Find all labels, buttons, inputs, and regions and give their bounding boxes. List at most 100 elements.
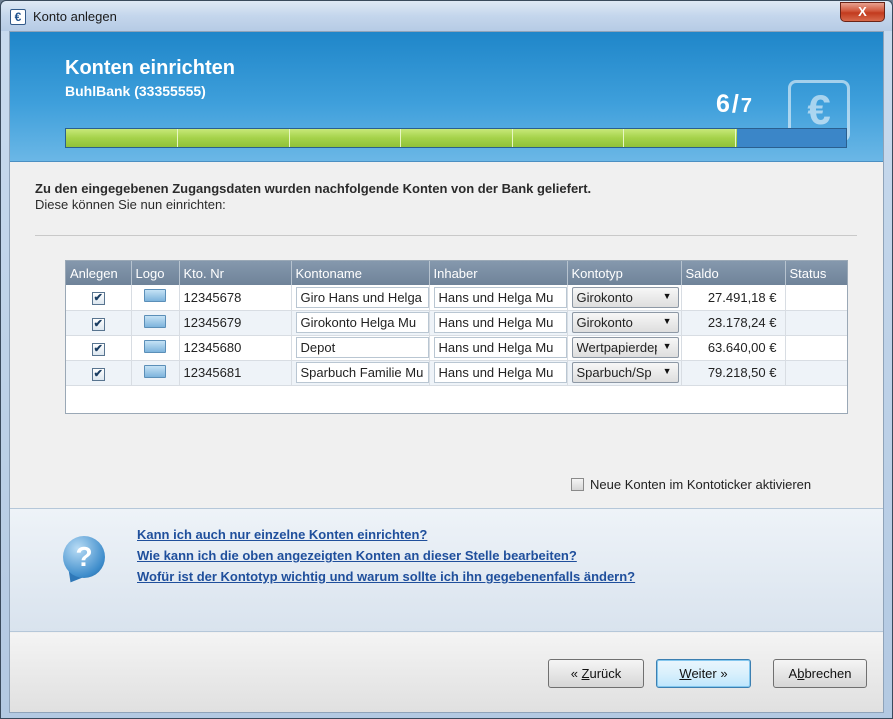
saldo-cell: 23.178,24 € xyxy=(681,310,786,336)
kontotyp-select[interactable]: Girokonto ▼ xyxy=(571,286,679,308)
dropdown-arrow-icon: ▼ xyxy=(662,290,672,301)
back-label: urück xyxy=(589,666,622,681)
status-cell xyxy=(785,310,847,336)
next-arrow-icon: » xyxy=(716,666,728,681)
euro-app-icon: € xyxy=(10,9,26,25)
dialog-window: € Konto anlegen X Konten einrichten Buhl… xyxy=(0,0,893,719)
anlegen-checkbox[interactable]: ✔ xyxy=(91,292,105,306)
back-mnemonic: Z xyxy=(581,666,590,681)
inhaber-input[interactable]: Hans und Helga Mu xyxy=(433,362,566,383)
help-question-icon: ? xyxy=(63,536,105,578)
saldo-cell: 79.218,50 € xyxy=(681,360,786,386)
kontoname-cell: Depot xyxy=(291,335,430,361)
step-slash: / xyxy=(731,90,739,118)
inhaber-cell: Hans und Helga Mu xyxy=(429,310,568,336)
accounts-table: Anlegen Logo Kto. Nr Kontoname Inhaber K… xyxy=(65,260,848,414)
kontoname-input[interactable]: Depot xyxy=(295,337,428,358)
kontotyp-select[interactable]: Wertpapierdepot ▼ xyxy=(571,337,679,358)
kontoname-input[interactable]: Giro Hans und Helga xyxy=(295,286,428,308)
progress-segment-divider xyxy=(735,129,736,147)
anlegen-cell: ✔ xyxy=(66,285,132,311)
anlegen-checkbox[interactable]: ✔ xyxy=(91,342,105,356)
column-header[interactable]: Anlegen xyxy=(66,261,132,285)
title-bar[interactable]: € Konto anlegen X xyxy=(1,1,892,31)
status-cell xyxy=(785,335,847,361)
window-title: Konto anlegen xyxy=(33,9,117,24)
table-header-row: Anlegen Logo Kto. Nr Kontoname Inhaber K… xyxy=(66,261,847,285)
close-button[interactable]: X xyxy=(840,2,885,22)
anlegen-checkbox[interactable]: ✔ xyxy=(91,317,105,331)
kontoticker-checkbox[interactable] xyxy=(571,478,584,491)
table-row: ✔ 12345678 Giro Hans und Helga Hans und … xyxy=(66,285,847,311)
dropdown-arrow-icon: ▼ xyxy=(662,316,672,326)
bank-logo-icon xyxy=(144,314,166,328)
back-arrow-icon: « xyxy=(570,666,582,681)
anlegen-cell: ✔ xyxy=(66,360,132,386)
inhaber-input[interactable]: Hans und Helga Mu xyxy=(433,312,566,333)
inhaber-input[interactable]: Hans und Helga Mu xyxy=(433,337,566,358)
intro-text: Diese können Sie nun einrichten: xyxy=(35,197,226,212)
cancel-label: brechen xyxy=(804,666,852,681)
cancel-button[interactable]: Abbrechen xyxy=(773,659,867,688)
step-current: 6 xyxy=(716,90,730,118)
anlegen-cell: ✔ xyxy=(66,310,132,336)
kontotyp-select[interactable]: Sparbuch/Sp ▼ xyxy=(571,362,679,383)
help-link-konten-bearbeiten[interactable]: Wie kann ich die oben angezeigten Konten… xyxy=(137,548,577,563)
back-button[interactable]: « Zurück xyxy=(548,659,644,688)
kontotyp-value: Sparbuch/Sp xyxy=(576,365,652,380)
next-mnemonic: W xyxy=(679,666,692,681)
logo-cell xyxy=(131,360,180,386)
bank-subtitle: BuhlBank (33355555) xyxy=(65,83,206,99)
column-header[interactable]: Logo xyxy=(131,261,180,285)
inhaber-cell: Hans und Helga Mu xyxy=(429,285,568,311)
divider xyxy=(35,235,857,236)
kontoname-input[interactable]: Girokonto Helga Mu xyxy=(295,312,428,333)
next-button[interactable]: Weiter » xyxy=(656,659,751,688)
progress-segment-divider xyxy=(400,129,401,147)
help-link-kontotyp[interactable]: Wofür ist der Kontotyp wichtig und warum… xyxy=(137,569,635,584)
help-link-einzelne-konten[interactable]: Kann ich auch nur einzelne Konten einric… xyxy=(137,527,427,542)
column-header[interactable]: Inhaber xyxy=(429,261,568,285)
column-header[interactable]: Kto. Nr xyxy=(179,261,292,285)
step-total: 7 xyxy=(740,95,752,117)
help-panel: ? Kann ich auch nur einzelne Konten einr… xyxy=(10,508,883,632)
column-header[interactable]: Kontoname xyxy=(291,261,430,285)
anlegen-cell: ✔ xyxy=(66,335,132,361)
progress-fill xyxy=(66,129,737,147)
inhaber-input[interactable]: Hans und Helga Mu xyxy=(433,286,566,308)
kontotyp-select[interactable]: Girokonto ▼ xyxy=(571,312,679,333)
bank-logo-icon xyxy=(144,364,166,378)
kto-nr-cell: 12345681 xyxy=(179,360,292,386)
anlegen-checkbox[interactable]: ✔ xyxy=(91,367,105,381)
status-cell xyxy=(785,360,847,386)
kontoticker-label: Neue Konten im Kontoticker aktivieren xyxy=(590,477,812,492)
progress-segment-divider xyxy=(289,129,290,147)
column-header[interactable]: Kontotyp xyxy=(567,261,682,285)
logo-cell xyxy=(131,335,180,361)
column-header[interactable]: Status xyxy=(785,261,847,285)
step-indicator: 6/7 xyxy=(716,90,752,119)
logo-cell xyxy=(131,310,180,336)
kontoname-cell: Giro Hans und Helga xyxy=(291,285,430,311)
kontoname-input[interactable]: Sparbuch Familie Mu xyxy=(295,362,428,383)
intro-heading: Zu den eingegebenen Zugangsdaten wurden … xyxy=(35,181,592,196)
kontoticker-option[interactable]: Neue Konten im Kontoticker aktivieren xyxy=(571,477,811,492)
status-cell xyxy=(785,285,847,311)
page-title: Konten einrichten xyxy=(65,57,236,79)
table-row: ✔ 12345681 Sparbuch Familie Mu Hans und … xyxy=(66,360,847,386)
table-row: ✔ 12345680 Depot Hans und Helga Mu Wertp… xyxy=(66,335,847,361)
kontotyp-cell: Wertpapierdepot ▼ xyxy=(567,335,682,361)
kto-nr-cell: 12345678 xyxy=(179,285,292,311)
progress-segment-divider xyxy=(623,129,624,147)
progress-segment-divider xyxy=(512,129,513,147)
cancel-label-start: A xyxy=(788,666,798,681)
kontotyp-cell: Sparbuch/Sp ▼ xyxy=(567,360,682,386)
dropdown-arrow-icon: ▼ xyxy=(662,366,672,376)
kontotyp-value: Girokonto xyxy=(576,315,633,330)
kontotyp-value: Wertpapierdepot xyxy=(576,340,657,355)
kto-nr-cell: 12345679 xyxy=(179,310,292,336)
inhaber-cell: Hans und Helga Mu xyxy=(429,360,568,386)
dialog-client-area: Konten einrichten BuhlBank (33355555) 6/… xyxy=(9,31,884,713)
column-header[interactable]: Saldo xyxy=(681,261,786,285)
bank-logo-icon xyxy=(144,289,166,303)
